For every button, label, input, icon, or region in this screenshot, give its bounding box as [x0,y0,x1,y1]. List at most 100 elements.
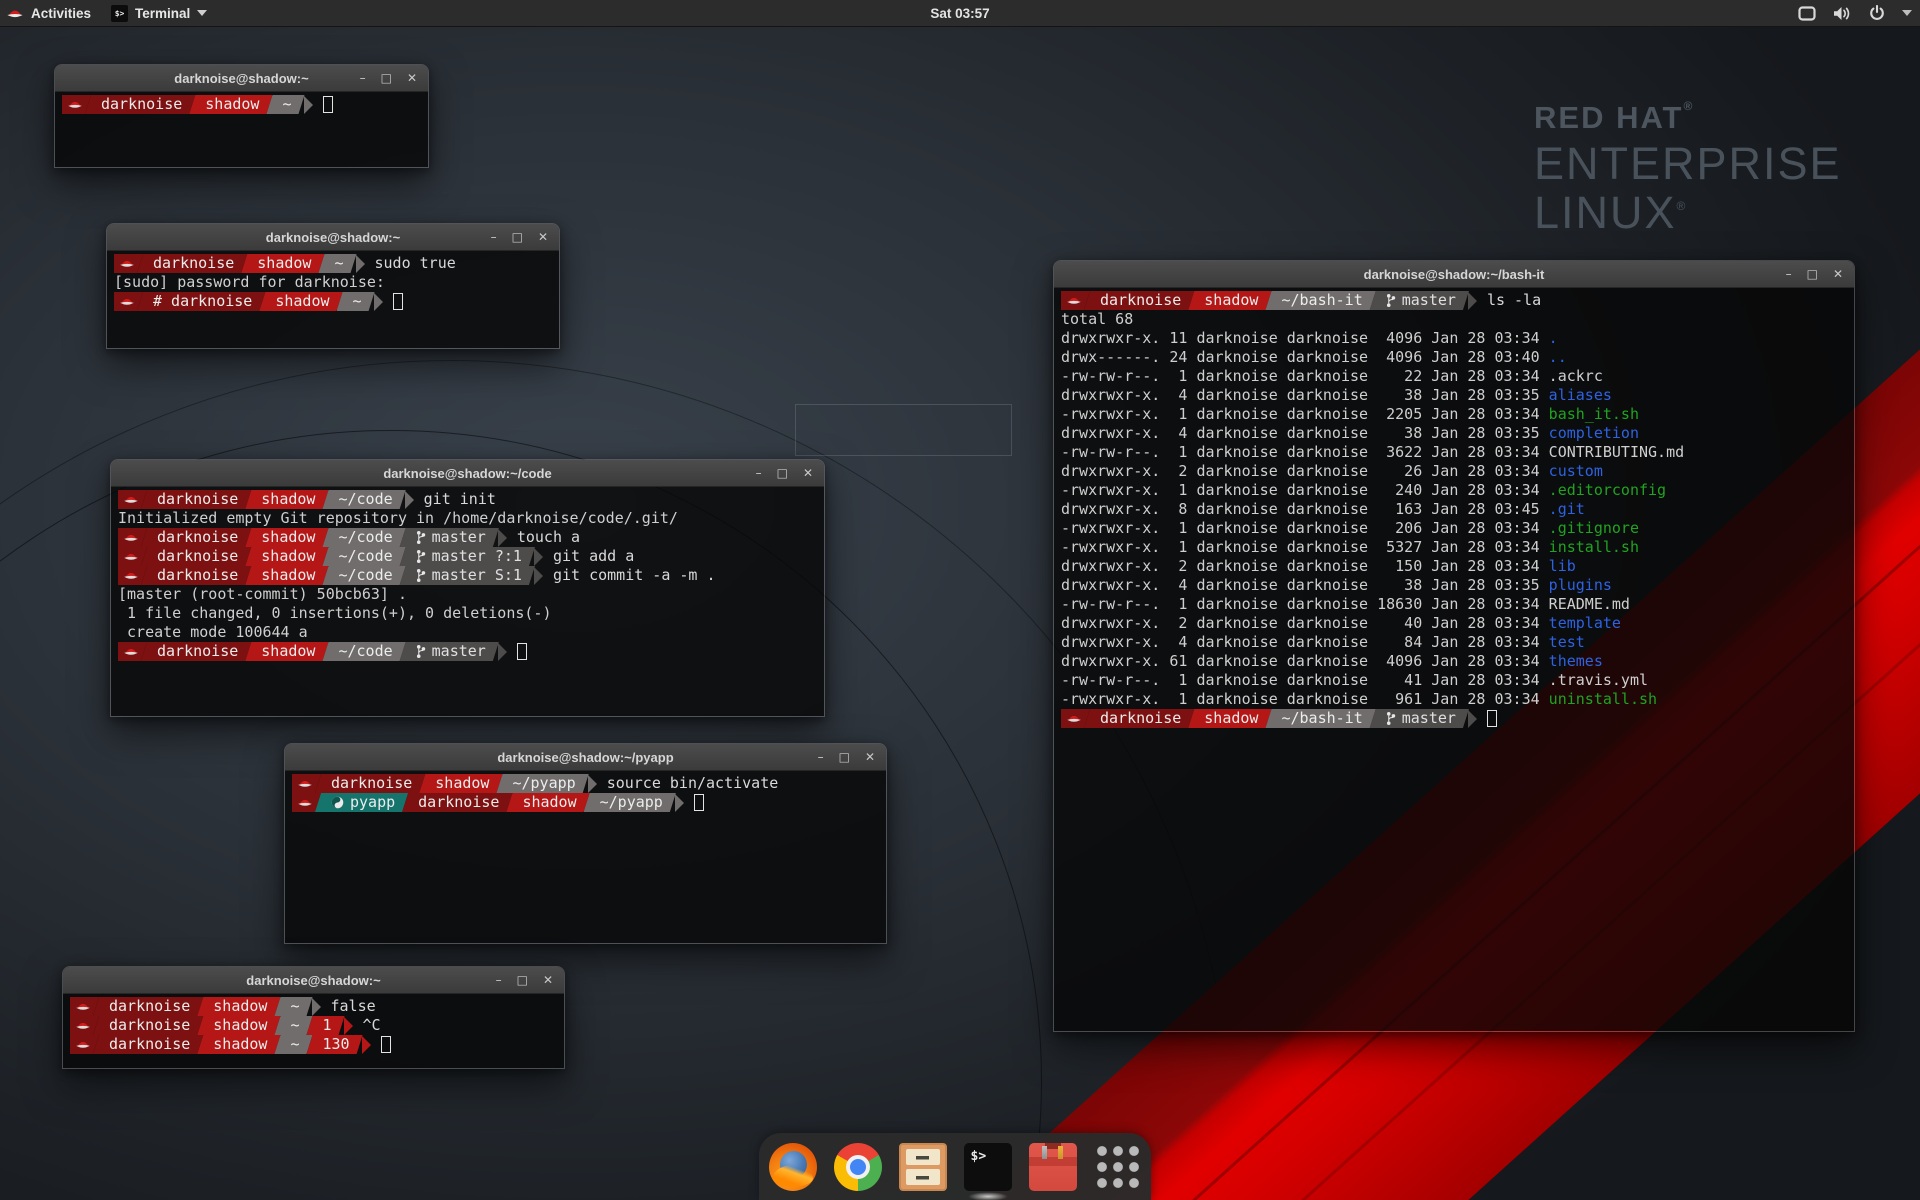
window-titlebar[interactable]: darknoise@shadow:~/bash-it–□✕ [1054,261,1854,288]
terminal-line: create mode 100644 a [118,623,824,642]
output-text: -rw-rw-r--. 1 darknoise darknoise 41 Jan… [1061,671,1549,690]
window-titlebar[interactable]: darknoise@shadow:~–□✕ [107,224,559,251]
dock-item-chrome[interactable] [834,1143,882,1191]
prompt-segment-path: ~/code [322,566,405,585]
maximize-button[interactable]: □ [512,231,523,243]
minimize-button[interactable]: – [360,72,366,84]
prompt-segment-label: ~/pyapp [600,793,663,812]
dock-item-terminal[interactable]: $> [964,1143,1012,1191]
prompt-segment-label: master [432,642,486,661]
close-button[interactable]: ✕ [407,72,417,84]
prompt-segment-label: ~ [290,1016,299,1035]
file-name: .git [1549,500,1585,519]
prompt-segment-host: shadow [245,528,328,547]
close-button[interactable]: ✕ [543,974,553,986]
file-name: .. [1549,348,1567,367]
file-name: themes [1549,652,1603,671]
prompt-segment-host: shadow [1188,709,1271,728]
minimize-button[interactable]: – [818,751,824,763]
terminal-content[interactable]: darknoiseshadow~/pyappsource bin/activat… [285,771,886,943]
prompt-segment-git: master ?:1 [400,547,535,566]
maximize-button[interactable]: □ [1807,268,1818,280]
volume-icon[interactable] [1833,6,1852,21]
terminal-content[interactable]: darknoiseshadow~sudo true[sudo] password… [107,251,559,348]
app-menu-button[interactable]: $> Terminal [101,0,217,26]
dock-item-firefox[interactable] [769,1143,817,1191]
minimize-button[interactable]: – [496,974,502,986]
output-text: drwxrwxr-x. 4 darknoise darknoise 38 Jan… [1061,576,1549,595]
terminal-icon-glyph: $> [971,1150,987,1163]
prompt-segment-label: darknoise [101,95,182,114]
prompt-segment-host: shadow [259,292,342,311]
maximize-button[interactable]: □ [517,974,528,986]
close-button[interactable]: ✕ [538,231,548,243]
terminal-cursor [1487,710,1497,727]
window-titlebar[interactable]: darknoise@shadow:~–□✕ [63,967,564,994]
minimize-button[interactable]: – [1786,268,1792,280]
clock[interactable]: Sat 03:57 [0,6,1920,21]
prompt-arrow-icon [534,567,543,585]
prompt-segment-path: ~ [274,1016,312,1035]
close-button[interactable]: ✕ [1833,268,1843,280]
maximize-button[interactable]: □ [777,467,788,479]
maximize-button[interactable]: □ [839,751,850,763]
terminal-window-terminal-exitcodes[interactable]: darknoise@shadow:~–□✕darknoiseshadow~fal… [62,966,565,1069]
terminal-window-terminal-sudo[interactable]: darknoise@shadow:~–□✕darknoiseshadow~sud… [106,223,560,349]
minimize-button[interactable]: – [491,231,497,243]
command-text: git init [424,490,496,509]
terminal-line: drwxrwxr-x. 61 darknoise darknoise 4096 … [1061,652,1854,671]
git-branch-icon [1386,293,1396,308]
screen-icon[interactable] [1798,6,1816,21]
prompt-segment-label: shadow [1204,709,1258,728]
terminal-window-terminal-bash-it[interactable]: darknoise@shadow:~/bash-it–□✕darknoisesh… [1053,260,1855,1032]
desktop: RED HAT® ENTERPRISE LINUX® darknoise@sha… [0,0,1920,1200]
window-titlebar[interactable]: darknoise@shadow:~/pyapp–□✕ [285,744,886,771]
terminal-content[interactable]: darknoiseshadow~/codegit initInitialized… [111,487,824,716]
activities-button[interactable]: Activities [0,0,101,26]
power-icon[interactable] [1869,5,1885,21]
prompt-segment-label: darknoise [109,997,190,1016]
terminal-window-terminal-code[interactable]: darknoise@shadow:~/code–□✕darknoiseshado… [110,459,825,717]
tray-chevron-icon[interactable] [1902,10,1912,16]
close-button[interactable]: ✕ [865,751,875,763]
terminal-line: -rwxrwxr-x. 1 darknoise darknoise 240 Ja… [1061,481,1854,500]
window-titlebar[interactable]: darknoise@shadow:~/code–□✕ [111,460,824,487]
command-text: sudo true [375,254,456,273]
terminal-content[interactable]: darknoiseshadow~/bash-itmasterls -latota… [1054,288,1854,1031]
prompt-segment-host: shadow [245,490,328,509]
minimize-button[interactable]: – [756,467,762,479]
prompt-segment-exit: 1 [307,1016,345,1035]
prompt-segment-user: darknoise [315,774,425,793]
maximize-button[interactable]: □ [381,72,392,84]
terminal-line: drwxrwxr-x. 2 darknoise darknoise 150 Ja… [1061,557,1854,576]
prompt-segment-label: pyapp [350,793,395,812]
close-button[interactable]: ✕ [803,467,813,479]
terminal-content[interactable]: darknoiseshadow~falsedarknoiseshadow~1^C… [63,994,564,1068]
terminal-line: drwxrwxr-x. 4 darknoise darknoise 38 Jan… [1061,386,1854,405]
terminal-line: -rwxrwxr-x. 1 darknoise darknoise 5327 J… [1061,538,1854,557]
output-text: drwxrwxr-x. 61 darknoise darknoise 4096 … [1061,652,1549,671]
file-name: template [1549,614,1621,633]
prompt-segment-user: darknoise [93,1035,203,1054]
terminal-line: darknoiseshadow~false [70,997,564,1016]
terminal-line: darknoiseshadow~sudo true [114,254,559,273]
prompt-segment-host: shadow [197,997,280,1016]
dock-item-files[interactable] [899,1143,947,1191]
prompt-segment-host: shadow [245,642,328,661]
terminal-window-terminal-home-small[interactable]: darknoise@shadow:~–□✕darknoiseshadow~ [54,64,429,168]
top-bar: Activities $> Terminal Sat 03:57 [0,0,1920,27]
prompt-segment-user: darknoise [137,254,247,273]
terminal-line: -rw-rw-r--. 1 darknoise darknoise 41 Jan… [1061,671,1854,690]
terminal-line: -rw-rw-r--. 1 darknoise darknoise 3622 J… [1061,443,1854,462]
terminal-content[interactable]: darknoiseshadow~ [55,92,428,167]
dock-item-apps[interactable] [1094,1143,1142,1191]
prompt-arrow-icon [312,998,321,1016]
dock-item-toolbox[interactable] [1029,1143,1077,1191]
file-name: completion [1549,424,1639,443]
window-titlebar[interactable]: darknoise@shadow:~–□✕ [55,65,428,92]
output-text: drwxrwxr-x. 4 darknoise darknoise 84 Jan… [1061,633,1549,652]
prompt-segment-label: shadow [213,997,267,1016]
prompt-arrow-icon [1468,292,1477,310]
terminal-window-terminal-pyapp[interactable]: darknoise@shadow:~/pyapp–□✕darknoiseshad… [284,743,887,944]
prompt-segment-label: master ?:1 [432,547,522,566]
